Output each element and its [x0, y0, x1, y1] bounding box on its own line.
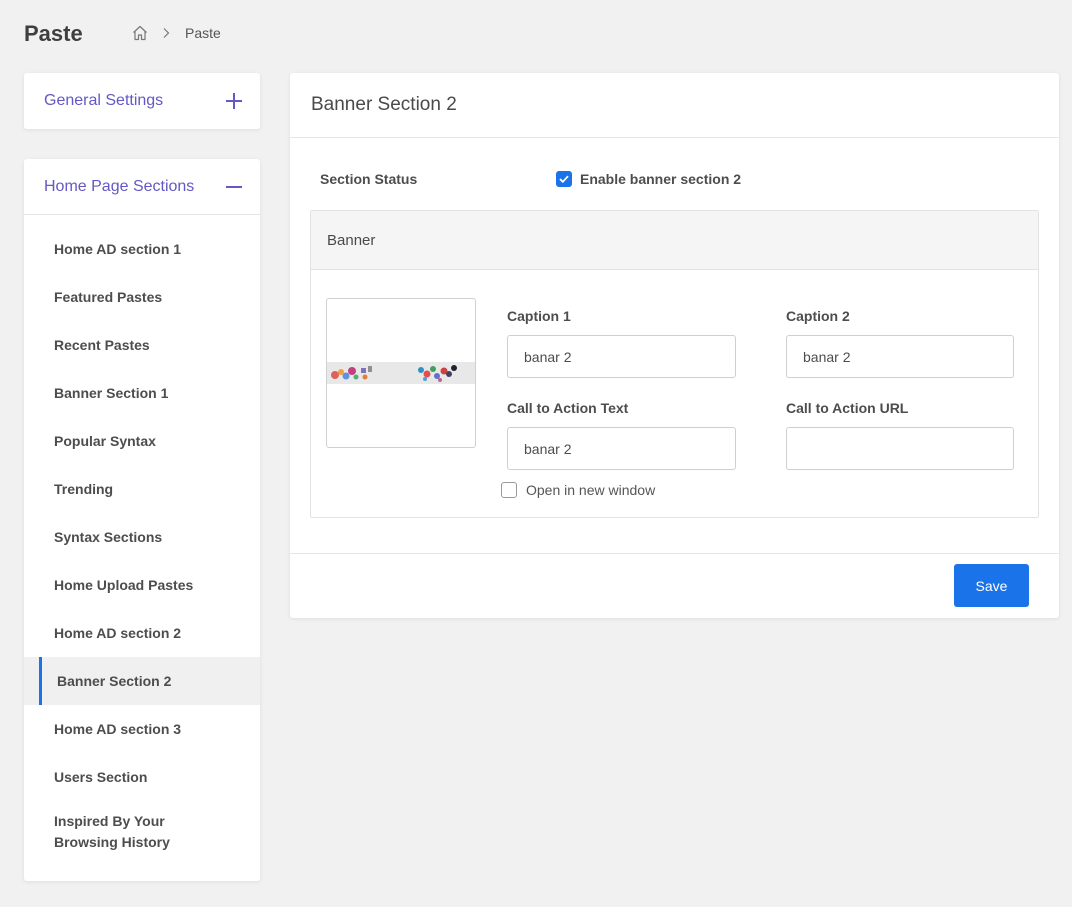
enable-banner-checkbox[interactable] — [556, 171, 572, 187]
banner-section-card: Banner Section 2 Section Status Enable b… — [290, 73, 1059, 618]
minus-icon[interactable] — [226, 179, 242, 195]
sidebar-item-syntax-sections[interactable]: Syntax Sections — [24, 513, 260, 561]
banner-panel-title: Banner — [311, 211, 1038, 270]
home-page-sections-label: Home Page Sections — [44, 177, 195, 195]
page-title: Paste — [24, 21, 83, 46]
chevron-right-icon — [161, 27, 171, 39]
general-settings-label: General Settings — [44, 92, 164, 109]
banner-image-strip — [327, 362, 475, 384]
open-new-window-row[interactable]: Open in new window — [501, 482, 655, 498]
card-title: Banner Section 2 — [290, 73, 1059, 138]
cta-url-input[interactable] — [786, 427, 1014, 470]
checkmark-icon — [559, 175, 569, 183]
sidebar-item-home-ad-section-3[interactable]: Home AD section 3 — [24, 705, 260, 753]
home-page-sections-card: Home Page Sections Home AD section 1 Fea… — [24, 159, 260, 881]
sidebar-item-banner-section-2[interactable]: Banner Section 2 — [24, 657, 260, 705]
banner-panel: Banner Caption 1 banar 2 Caption 2 banar… — [310, 210, 1039, 518]
breadcrumb: Paste — [131, 24, 221, 42]
breadcrumb-current: Paste — [185, 25, 221, 41]
section-status-row: Section Status Enable banner section 2 — [320, 171, 1040, 191]
caption-1-label: Caption 1 — [507, 308, 571, 324]
sidebar-item-home-ad-section-1[interactable]: Home AD section 1 — [24, 225, 260, 273]
banner-image-thumbnail[interactable] — [326, 298, 476, 448]
home-icon[interactable] — [131, 24, 149, 42]
sidebar-item-home-ad-section-2[interactable]: Home AD section 2 — [24, 609, 260, 657]
general-settings-toggle[interactable]: General Settings — [24, 73, 260, 129]
sidebar-item-banner-section-1[interactable]: Banner Section 1 — [24, 369, 260, 417]
caption-2-input[interactable] — [786, 335, 1014, 378]
caption-1-input[interactable] — [507, 335, 736, 378]
page-header: Paste Paste — [24, 18, 221, 50]
sidebar-item-inspired-by-browsing-history[interactable]: Inspired By Your Browsing History — [24, 801, 260, 863]
enable-banner-label: Enable banner section 2 — [580, 171, 742, 187]
open-new-window-label: Open in new window — [526, 482, 656, 498]
home-sections-list: Home AD section 1 Featured Pastes Recent… — [24, 225, 260, 863]
cta-text-label: Call to Action Text — [507, 400, 629, 416]
section-status-label: Section Status — [320, 171, 418, 187]
card-footer-divider — [290, 553, 1059, 554]
sidebar-item-recent-pastes[interactable]: Recent Pastes — [24, 321, 260, 369]
cta-url-label: Call to Action URL — [786, 400, 909, 416]
sidebar-item-featured-pastes[interactable]: Featured Pastes — [24, 273, 260, 321]
sidebar-item-users-section[interactable]: Users Section — [24, 753, 260, 801]
caption-2-label: Caption 2 — [786, 308, 850, 324]
plus-icon[interactable] — [226, 93, 242, 109]
save-button[interactable]: Save — [954, 564, 1029, 607]
cta-text-input[interactable] — [507, 427, 736, 470]
enable-banner-checkbox-row[interactable]: Enable banner section 2 — [556, 171, 741, 187]
sidebar-item-home-upload-pastes[interactable]: Home Upload Pastes — [24, 561, 260, 609]
home-page-sections-toggle[interactable]: Home Page Sections — [24, 159, 260, 215]
sidebar-item-trending[interactable]: Trending — [24, 465, 260, 513]
open-new-window-checkbox[interactable] — [501, 482, 517, 498]
general-settings-card: General Settings — [24, 73, 260, 129]
sidebar-item-popular-syntax[interactable]: Popular Syntax — [24, 417, 260, 465]
